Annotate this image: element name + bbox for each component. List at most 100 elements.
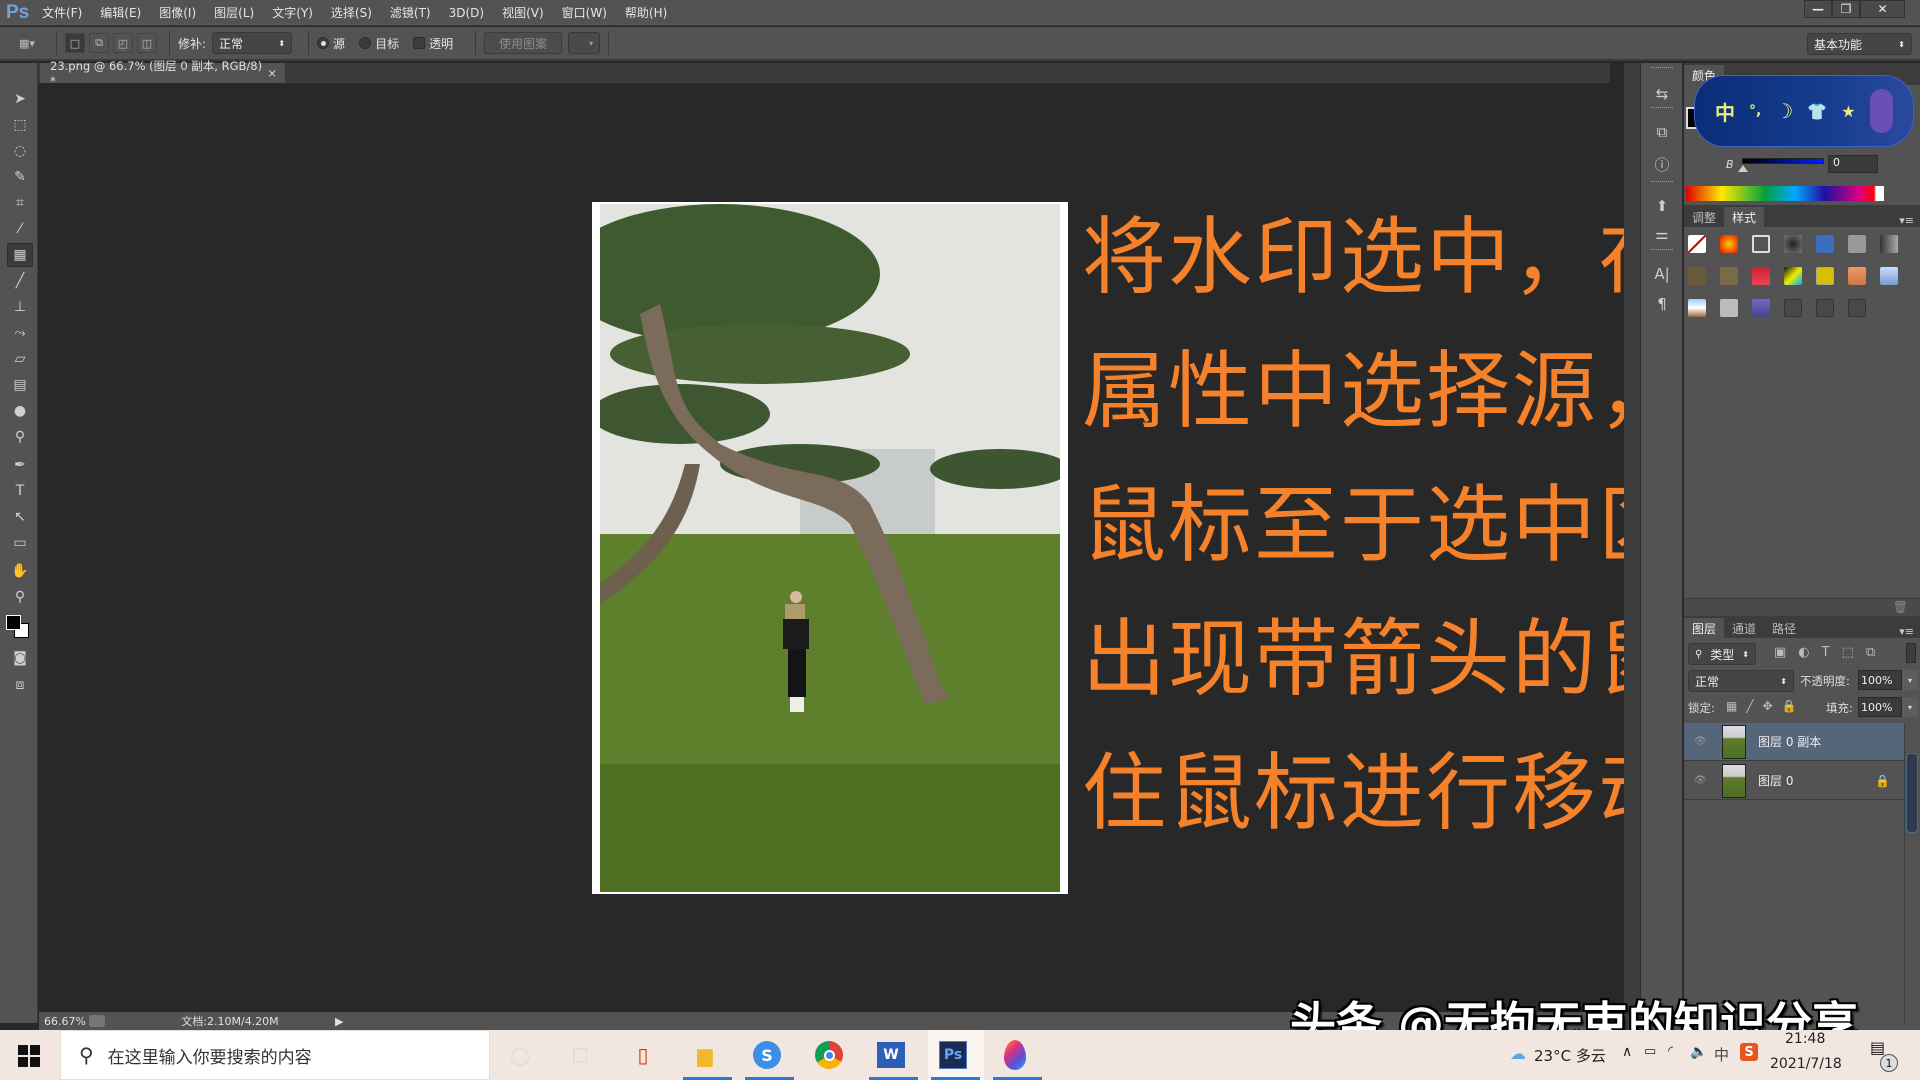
3d-icon[interactable]: ⧉ — [1649, 121, 1675, 143]
crop-tool-icon[interactable]: ⌗ — [7, 191, 33, 215]
document-tab[interactable]: 23.png @ 66.7% (图层 0 副本, RGB/8) * × — [40, 59, 285, 88]
cortana-icon[interactable]: ○ — [505, 1040, 535, 1070]
style-swatch[interactable] — [1688, 299, 1706, 317]
style-swatch[interactable] — [1784, 235, 1802, 253]
fill-dropdown-icon[interactable]: ▾ — [1902, 697, 1918, 717]
ime-punctuation-icon[interactable]: °, — [1749, 103, 1761, 119]
new-selection-button[interactable]: □ — [65, 33, 85, 53]
ime-indicator[interactable]: 中 — [1714, 1044, 1729, 1065]
quick-selection-tool-icon[interactable]: ✎ — [7, 165, 33, 189]
panel-grip[interactable] — [1651, 181, 1673, 184]
document-canvas[interactable] — [592, 202, 1068, 894]
menu-layer[interactable]: 图层(L) — [214, 4, 254, 21]
dodge-tool-icon[interactable]: ⚲ — [7, 425, 33, 449]
opacity-dropdown-icon[interactable]: ▾ — [1902, 670, 1918, 690]
pen-tool-icon[interactable]: ✒ — [7, 453, 33, 477]
screen-mode-icon[interactable]: ⧈ — [7, 673, 33, 697]
b-channel-slider[interactable] — [1742, 158, 1824, 164]
minimize-button[interactable]: — — [1804, 0, 1832, 18]
layer-row[interactable]: 👁 图层 0 🔒 — [1684, 762, 1904, 800]
tab-styles[interactable]: 样式 — [1724, 207, 1765, 227]
brush-preset-icon[interactable]: ⬆ — [1649, 195, 1675, 217]
lock-pixels-icon[interactable]: ╱ — [1746, 699, 1753, 713]
add-selection-button[interactable]: ⧉ — [89, 33, 109, 53]
ime-moon-icon[interactable]: ☽ — [1775, 99, 1793, 123]
eraser-tool-icon[interactable]: ▱ — [7, 347, 33, 371]
zoom-tool-icon[interactable]: ⚲ — [7, 585, 33, 609]
menu-image[interactable]: 图像(I) — [159, 4, 196, 21]
paint-icon[interactable] — [1000, 1040, 1030, 1070]
blur-tool-icon[interactable]: ● — [7, 399, 33, 423]
character-icon[interactable]: A| — [1649, 263, 1675, 285]
fill-input[interactable]: 100% — [1858, 697, 1902, 717]
close-tab-icon[interactable]: × — [267, 66, 277, 80]
type-tool-icon[interactable]: T — [7, 479, 33, 503]
word-icon[interactable]: W — [876, 1040, 906, 1070]
lock-all-icon[interactable]: 🔒 — [1782, 699, 1797, 713]
marquee-tool-icon[interactable]: ⬚ — [7, 113, 33, 137]
file-explorer-icon[interactable]: ▆ — [690, 1040, 720, 1070]
hand-tool-icon[interactable]: ✋ — [7, 559, 33, 583]
style-swatch[interactable] — [1688, 267, 1706, 285]
style-swatch[interactable] — [1720, 267, 1738, 285]
pattern-picker[interactable]: ▾ — [568, 32, 601, 54]
volume-icon[interactable]: 🔈 — [1690, 1044, 1707, 1060]
ime-star-icon[interactable]: ★ — [1841, 102, 1855, 121]
patch-mode-select[interactable]: 正常 ⬍ — [212, 32, 293, 54]
style-swatch[interactable] — [1752, 235, 1770, 253]
close-button[interactable]: ✕ — [1860, 0, 1905, 18]
intersect-selection-button[interactable]: ◫ — [137, 33, 157, 53]
filter-toggle[interactable] — [1906, 643, 1916, 663]
shape-filter-icon[interactable]: ⬚ — [1842, 645, 1854, 660]
zoom-level[interactable]: 66.67% — [39, 1015, 89, 1028]
share-icon[interactable] — [89, 1015, 105, 1027]
history-brush-tool-icon[interactable]: ⤳ — [7, 321, 33, 345]
gradient-tool-icon[interactable]: ▤ — [7, 373, 33, 397]
clock-time[interactable]: 21:48 — [1785, 1031, 1825, 1047]
tool-preset-picker[interactable]: ▦▾ — [10, 33, 44, 53]
scrollbar-track[interactable] — [1904, 723, 1905, 1023]
adjustment-filter-icon[interactable]: ◐ — [1798, 645, 1809, 660]
menu-type[interactable]: 文字(Y) — [272, 4, 313, 21]
opacity-input[interactable]: 100% — [1858, 670, 1902, 690]
menu-help[interactable]: 帮助(H) — [625, 4, 667, 21]
layer-name[interactable]: 图层 0 — [1758, 772, 1793, 789]
tab-layers[interactable]: 图层 — [1684, 618, 1725, 638]
brush-tool-icon[interactable]: ╱ — [7, 269, 33, 293]
target-radio[interactable]: 目标 — [359, 35, 399, 52]
type-filter-icon[interactable]: T — [1822, 645, 1830, 660]
ime-skin-toolbar[interactable]: 中 °, ☽ 👕 ★ — [1694, 75, 1914, 147]
show-hidden-icons[interactable]: ∧ — [1622, 1044, 1632, 1060]
panel-grip[interactable] — [1651, 67, 1673, 70]
color-spectrum[interactable] — [1686, 186, 1884, 201]
clone-stamp-tool-icon[interactable]: ⊥ — [7, 295, 33, 319]
panel-grip[interactable] — [1651, 107, 1673, 110]
windows-start-button[interactable] — [18, 1045, 40, 1067]
menu-view[interactable]: 视图(V) — [502, 4, 544, 21]
photoshop-taskbar-icon[interactable]: Ps — [938, 1040, 968, 1070]
paragraph-icon[interactable]: ¶ — [1649, 293, 1675, 315]
task-view-icon[interactable]: ⧠ — [565, 1040, 595, 1070]
style-swatch[interactable] — [1816, 299, 1834, 317]
style-swatch[interactable] — [1720, 299, 1738, 317]
info-icon[interactable]: ⓘ — [1649, 153, 1675, 175]
tab-adjustments[interactable]: 调整 — [1684, 207, 1724, 227]
layer-name[interactable]: 图层 0 副本 — [1758, 733, 1821, 750]
panel-grip[interactable] — [1651, 249, 1673, 252]
tool-preset-icon[interactable]: ⚌ — [1649, 223, 1675, 245]
sogou-ime-icon[interactable]: S — [1740, 1043, 1758, 1061]
rectangle-tool-icon[interactable]: ▭ — [7, 531, 33, 555]
style-swatch[interactable] — [1752, 267, 1770, 285]
taskbar-search[interactable]: ⚲ 在这里输入你要搜索的内容 — [60, 1030, 490, 1080]
sogou-browser-icon[interactable]: S — [752, 1040, 782, 1070]
patch-tool-icon[interactable]: ▦ — [7, 243, 33, 267]
subtract-selection-button[interactable]: ◰ — [113, 33, 133, 53]
style-swatch[interactable] — [1880, 235, 1898, 253]
trash-icon[interactable]: 🗑 — [1893, 600, 1908, 614]
style-swatch[interactable] — [1784, 299, 1802, 317]
style-swatch[interactable] — [1880, 267, 1898, 285]
style-swatch[interactable] — [1752, 299, 1770, 317]
status-menu-arrow-icon[interactable]: ▶ — [335, 1015, 343, 1028]
style-swatch[interactable] — [1784, 267, 1802, 285]
style-swatch[interactable] — [1848, 235, 1866, 253]
